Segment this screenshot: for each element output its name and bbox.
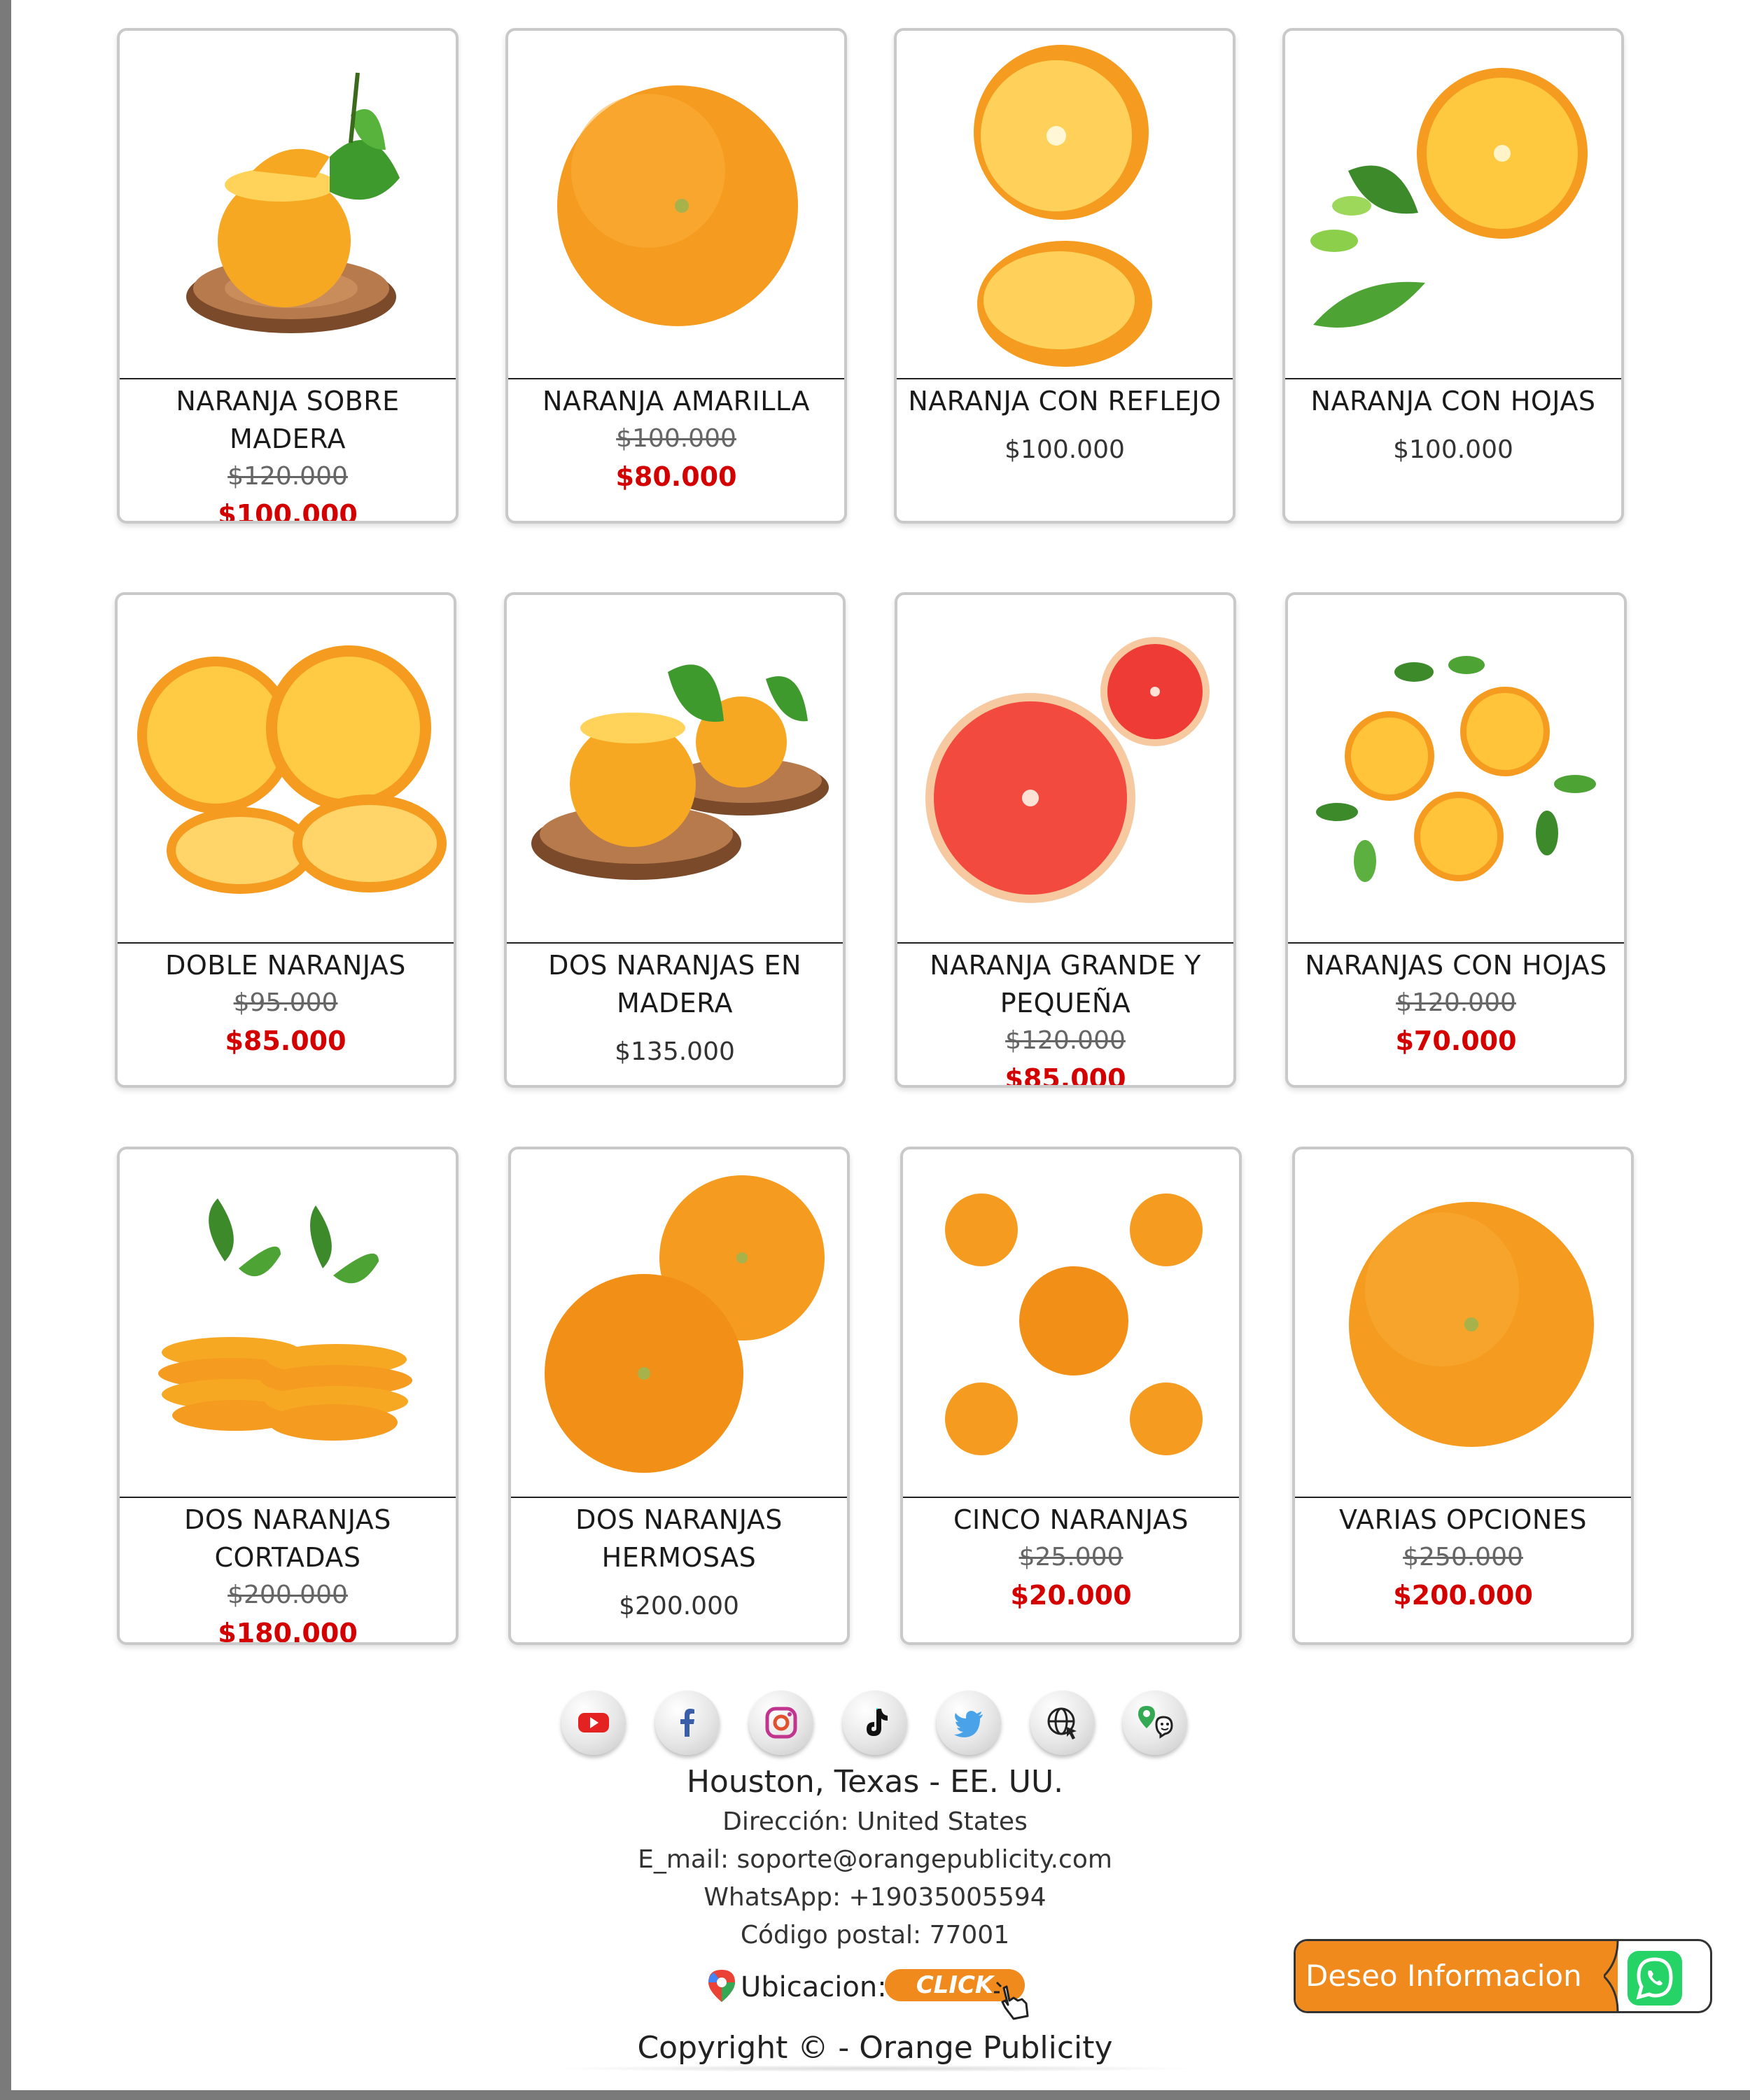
whatsapp-info-button[interactable]: Deseo Informacion: [1294, 1939, 1712, 2013]
product-price: $100.000: [1004, 435, 1125, 464]
tiktok-icon[interactable]: [843, 1690, 907, 1755]
twitter-icon[interactable]: [937, 1690, 1001, 1755]
globe-icon[interactable]: [1030, 1690, 1095, 1755]
product-name: DOBLE NARANJAS: [165, 950, 406, 981]
product-image[interactable]: [118, 595, 454, 944]
product-old-price: $250.000: [1403, 1543, 1523, 1572]
product-image[interactable]: [1288, 595, 1624, 944]
product-image[interactable]: [1295, 1149, 1631, 1498]
product-name: NARANJA GRANDE Y PEQUEÑA: [930, 950, 1201, 1018]
product-old-price: $200.000: [227, 1581, 348, 1609]
product-card[interactable]: DOS NARANJAS EN MADERA $135.000: [504, 592, 846, 1088]
footer-address: Dirección: United States: [722, 1807, 1028, 1836]
page-frame-bottom: [0, 2090, 1750, 2100]
product-card[interactable]: DOBLE NARANJAS $95.000 $85.000: [115, 592, 456, 1088]
product-price: $180.000: [218, 1618, 358, 1645]
product-price: $200.000: [619, 1592, 739, 1620]
product-card[interactable]: NARANJA CON HOJAS $100.000: [1282, 28, 1624, 524]
product-name: VARIAS OPCIONES: [1339, 1504, 1587, 1535]
product-price: $100.000: [1393, 435, 1513, 464]
hand-cursor-icon: [994, 1981, 1029, 2020]
product-price: $100.000: [218, 499, 358, 524]
youtube-icon[interactable]: [561, 1690, 626, 1755]
product-image[interactable]: [897, 595, 1233, 944]
product-price: $70.000: [1395, 1026, 1517, 1056]
product-price: $85.000: [1004, 1063, 1126, 1088]
product-image[interactable]: [120, 1149, 456, 1498]
copyright-divider: [546, 2065, 1204, 2072]
product-price: $200.000: [1393, 1580, 1533, 1611]
facebook-icon[interactable]: [655, 1690, 720, 1755]
product-image[interactable]: [1285, 31, 1621, 379]
google-maps-waze-icon[interactable]: [1123, 1690, 1187, 1755]
product-price: $80.000: [615, 461, 737, 492]
product-price: $85.000: [225, 1026, 346, 1056]
product-image[interactable]: [508, 31, 844, 379]
product-name: NARANJA SOBRE MADERA: [176, 386, 400, 454]
product-card[interactable]: NARANJAS CON HOJAS $120.000 $70.000: [1285, 592, 1627, 1088]
footer-city: Houston, Texas - EE. UU.: [686, 1764, 1064, 1800]
product-image[interactable]: [120, 31, 456, 379]
product-name: DOS NARANJAS EN MADERA: [548, 950, 802, 1018]
product-card[interactable]: NARANJA GRANDE Y PEQUEÑA $120.000 $85.00…: [895, 592, 1236, 1088]
product-card[interactable]: NARANJA SOBRE MADERA $120.000 $100.000: [117, 28, 458, 524]
whatsapp-icon: [1628, 1951, 1682, 2005]
product-image[interactable]: [507, 595, 843, 944]
product-name: DOS NARANJAS CORTADAS: [184, 1504, 391, 1573]
product-card[interactable]: NARANJA CON REFLEJO $100.000: [894, 28, 1236, 524]
instagram-icon[interactable]: [749, 1690, 813, 1755]
product-price: $20.000: [1010, 1580, 1132, 1611]
product-old-price: $120.000: [1005, 1026, 1126, 1055]
location-label: Ubicacion:: [741, 1971, 887, 2003]
product-name: NARANJA AMARILLA: [542, 386, 810, 416]
copyright-text: Copyright © - Orange Publicity: [637, 2030, 1113, 2066]
product-image[interactable]: [897, 31, 1233, 379]
product-card[interactable]: DOS NARANJAS HERMOSAS $200.000: [508, 1147, 850, 1645]
product-name: NARANJAS CON HOJAS: [1305, 950, 1607, 981]
map-pin-icon: [708, 1970, 735, 2002]
product-image[interactable]: [903, 1149, 1239, 1498]
product-name: NARANJA CON HOJAS: [1310, 386, 1596, 416]
product-name: DOS NARANJAS HERMOSAS: [575, 1504, 783, 1573]
product-card[interactable]: DOS NARANJAS CORTADAS $200.000 $180.000: [117, 1147, 458, 1645]
product-card[interactable]: CINCO NARANJAS $25.000 $20.000: [900, 1147, 1242, 1645]
product-old-price: $100.000: [616, 424, 736, 453]
product-price: $135.000: [615, 1037, 735, 1066]
footer-whatsapp[interactable]: WhatsApp: +19035005594: [0, 1883, 1750, 1912]
product-old-price: $25.000: [1018, 1543, 1124, 1572]
product-name: NARANJA CON REFLEJO: [908, 386, 1222, 416]
product-name: CINCO NARANJAS: [953, 1504, 1189, 1535]
product-old-price: $120.000: [1396, 988, 1516, 1017]
whatsapp-button-label: Deseo Informacion: [1296, 1941, 1618, 2011]
product-card[interactable]: VARIAS OPCIONES $250.000 $200.000: [1292, 1147, 1634, 1645]
product-old-price: $120.000: [227, 462, 348, 491]
product-image[interactable]: [511, 1149, 847, 1498]
product-card[interactable]: NARANJA AMARILLA $100.000 $80.000: [505, 28, 847, 524]
product-old-price: $95.000: [233, 988, 338, 1017]
footer-email[interactable]: E_mail: soporte@orangepublicity.com: [0, 1845, 1750, 1874]
